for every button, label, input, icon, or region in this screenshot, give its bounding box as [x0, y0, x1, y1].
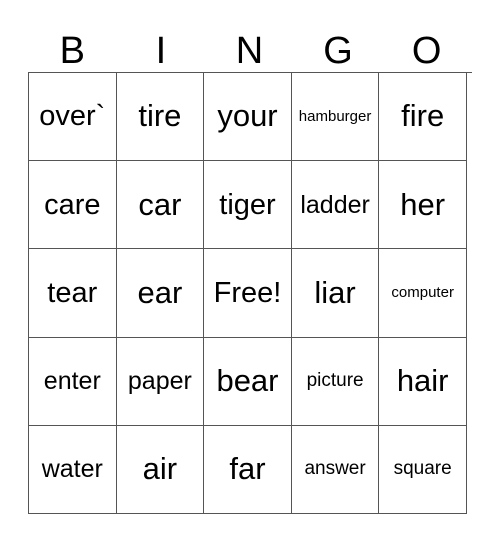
bingo-header-cell-b: B [28, 10, 117, 72]
bingo-row: water air far answer square [29, 425, 472, 514]
bingo-cell-label: answer [304, 458, 366, 480]
bingo-cell[interactable]: bear [204, 337, 292, 426]
bingo-cell-label: ear [137, 274, 183, 310]
bingo-cell-label: computer [391, 284, 454, 302]
bingo-cell-free-space[interactable]: Free! [204, 249, 292, 338]
bingo-cell[interactable]: over` [29, 73, 117, 162]
bingo-header-cell-g: G [294, 10, 383, 72]
bingo-cell[interactable]: your [204, 73, 292, 162]
bingo-cell-label: tear [47, 276, 98, 309]
bingo-row: enter paper bear picture hair [29, 337, 472, 426]
bingo-cell[interactable]: computer [379, 249, 467, 338]
bingo-cell-label: her [400, 186, 446, 222]
bingo-header: B I N G O [28, 10, 472, 72]
bingo-header-cell-n: N [205, 10, 294, 72]
bingo-cell[interactable]: answer [291, 425, 380, 514]
bingo-cell-label: over` [39, 100, 106, 133]
bingo-cell[interactable]: air [116, 425, 205, 514]
bingo-row: care car tiger ladder her [29, 161, 472, 250]
bingo-cell-label: bear [216, 362, 279, 398]
bingo-cell[interactable]: paper [116, 337, 205, 426]
bingo-cell[interactable]: her [379, 161, 467, 250]
bingo-cell-label: picture [306, 370, 364, 392]
bingo-cell[interactable]: tear [29, 249, 117, 338]
bingo-cell-label: air [142, 451, 178, 487]
bingo-cell[interactable]: liar [291, 249, 380, 338]
bingo-cell-label: hair [396, 362, 449, 398]
bingo-cell-label: paper [127, 367, 192, 396]
bingo-cell[interactable]: water [29, 425, 117, 514]
bingo-header-cell-i: I [117, 10, 206, 72]
bingo-cell-label: square [393, 458, 452, 480]
bingo-cell[interactable]: tiger [204, 161, 292, 250]
bingo-cell[interactable]: tire [116, 73, 205, 162]
bingo-cell-label: tire [138, 98, 182, 134]
bingo-cell[interactable]: picture [291, 337, 380, 426]
bingo-cell-label: liar [314, 274, 356, 310]
bingo-header-cell-o: O [382, 10, 471, 72]
bingo-cell-label: care [44, 188, 101, 221]
bingo-grid: over` tire your hamburger fire care car [28, 72, 472, 514]
bingo-row: tear ear Free! liar computer [29, 249, 472, 338]
bingo-cell[interactable]: car [116, 161, 205, 250]
bingo-cell-label: water [41, 455, 103, 484]
bingo-header-letter-n: N [235, 30, 264, 72]
bingo-cell[interactable]: fire [379, 73, 467, 162]
bingo-cell-label: tiger [219, 188, 276, 221]
bingo-cell-label: hamburger [298, 107, 372, 125]
bingo-cell-label: far [229, 451, 266, 487]
bingo-header-letter-b: B [59, 30, 85, 72]
bingo-cell-label: car [138, 186, 182, 222]
bingo-cell[interactable]: far [204, 425, 292, 514]
bingo-row: over` tire your hamburger fire [29, 73, 472, 162]
bingo-cell-label: ladder [300, 190, 370, 219]
bingo-cell[interactable]: hamburger [291, 73, 380, 162]
bingo-cell[interactable]: ear [116, 249, 205, 338]
bingo-cell-label: enter [43, 367, 101, 396]
bingo-header-letter-g: G [323, 30, 353, 72]
bingo-card: B I N G O over` tire your hamburger fire… [28, 10, 472, 514]
bingo-cell-label: your [217, 98, 278, 134]
bingo-cell-label: fire [401, 98, 445, 134]
bingo-cell[interactable]: care [29, 161, 117, 250]
bingo-cell[interactable]: hair [379, 337, 467, 426]
bingo-cell[interactable]: square [379, 425, 467, 514]
bingo-cell[interactable]: ladder [291, 161, 380, 250]
bingo-header-letter-o: O [411, 30, 442, 72]
bingo-cell[interactable]: enter [29, 337, 117, 426]
bingo-cell-label: Free! [213, 276, 282, 309]
bingo-header-letter-i: I [155, 30, 167, 72]
